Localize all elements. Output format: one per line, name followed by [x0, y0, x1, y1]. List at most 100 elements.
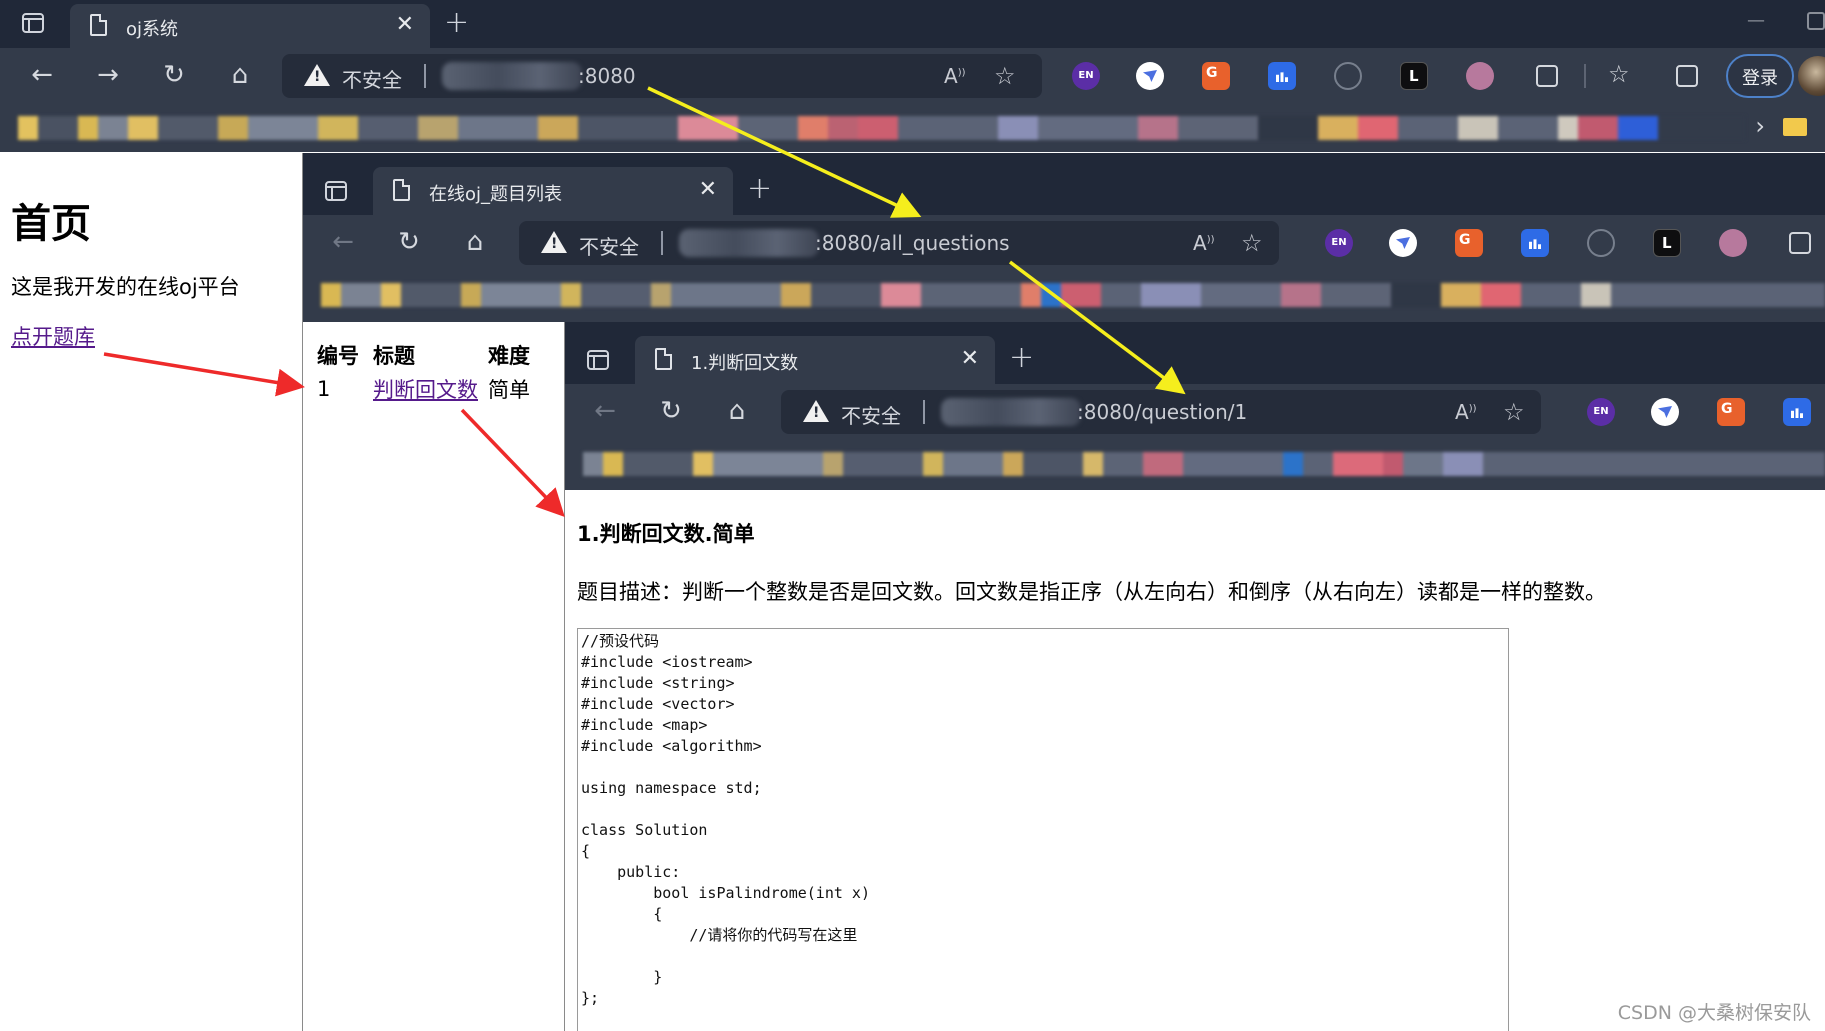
extensions-icon[interactable]	[1789, 232, 1811, 254]
extension-bird-icon[interactable]	[1136, 62, 1164, 90]
extension-l-icon[interactable]	[1653, 229, 1681, 257]
warning-icon	[803, 400, 829, 422]
plus-icon[interactable]: +	[444, 5, 469, 40]
blurred-host	[442, 62, 582, 90]
insecure-label: 不安全	[579, 235, 639, 259]
extension-chart-icon[interactable]	[1268, 62, 1296, 90]
divider	[1584, 64, 1586, 88]
question-difficulty: 简单	[488, 378, 530, 402]
column-header-id: 编号	[317, 344, 359, 368]
extension-translate-icon[interactable]	[1717, 398, 1745, 426]
extension-l-icon[interactable]	[1400, 62, 1428, 90]
column-header-title: 标题	[373, 344, 415, 368]
toolbar: ← ↻ ⌂ 不安全 :8080/question/1 A)) ☆ EN	[565, 384, 1825, 440]
table-header-row: 编号 标题 难度	[317, 338, 544, 372]
read-aloud-icon[interactable]: A))	[1455, 400, 1477, 424]
home-icon[interactable]: ⌂	[224, 60, 256, 90]
extension-pink-icon[interactable]	[1719, 229, 1747, 257]
plus-icon[interactable]: +	[747, 171, 772, 206]
back-arrow-icon[interactable]: ←	[589, 396, 621, 426]
refresh-icon[interactable]: ↻	[655, 396, 687, 426]
tab-active[interactable]: 在线oj_题目列表 ✕	[373, 167, 733, 215]
blurred-bookmarks	[583, 452, 1825, 476]
extension-bird-icon[interactable]	[1651, 398, 1679, 426]
question-title-link[interactable]: 判断回文数	[373, 378, 478, 402]
back-arrow-icon[interactable]: ←	[26, 60, 58, 90]
separator	[424, 64, 426, 88]
tab-bar: 在线oj_题目列表 ✕ +	[303, 153, 1825, 215]
close-icon[interactable]: ✕	[699, 177, 717, 202]
warning-icon	[541, 231, 567, 253]
question-title: 1.判断回文数.简单	[577, 522, 755, 546]
warning-icon	[304, 64, 330, 86]
tab-active[interactable]: oj系统 ✕	[70, 4, 430, 48]
extension-bird-icon[interactable]	[1389, 229, 1417, 257]
url-text: :8080/all_questions	[815, 231, 1010, 255]
refresh-icon[interactable]: ↻	[158, 60, 190, 90]
close-icon[interactable]: ✕	[961, 346, 979, 371]
page-icon	[655, 348, 672, 370]
question-title-cell: 判断回文数	[373, 372, 488, 406]
avatar[interactable]	[1798, 56, 1825, 96]
separator	[923, 400, 925, 424]
extension-pin-icon[interactable]	[1587, 229, 1615, 257]
favorites-icon[interactable]	[1606, 60, 1634, 90]
question-description: 题目描述：判断一个整数是否是回文数。回文数是指正序（从左向右）和倒序（从右向左）…	[577, 580, 1606, 604]
read-aloud-icon[interactable]: A))	[1193, 231, 1215, 255]
extension-en-icon[interactable]: EN	[1325, 229, 1353, 257]
minimize-icon[interactable]: —	[1747, 10, 1765, 31]
collections-icon[interactable]	[1676, 65, 1698, 87]
refresh-icon[interactable]: ↻	[393, 227, 425, 257]
blurred-bookmarks	[321, 283, 1825, 307]
question-id: 1	[317, 377, 331, 401]
url-text: :8080/question/1	[1077, 400, 1248, 424]
add-favorite-icon[interactable]: ☆	[1503, 398, 1525, 426]
chevron-right-icon[interactable]: ›	[1755, 112, 1765, 140]
folder-icon[interactable]	[1783, 118, 1807, 136]
bookmarks-bar	[303, 271, 1825, 322]
question-table: 编号 标题 难度 1 判断回文数 简单	[317, 338, 544, 406]
address-bar[interactable]: 不安全 :8080/all_questions A)) ☆	[519, 221, 1279, 265]
forward-arrow-icon[interactable]: →	[92, 60, 124, 90]
bookmarks-bar	[565, 440, 1825, 490]
tab-actions-icon[interactable]	[325, 181, 347, 201]
extensions-icon[interactable]	[1536, 65, 1558, 87]
blurred-bookmarks	[18, 116, 1745, 140]
extension-translate-icon[interactable]	[1455, 229, 1483, 257]
extension-chart-icon[interactable]	[1783, 398, 1811, 426]
extension-en-icon[interactable]: EN	[1072, 62, 1100, 90]
back-arrow-icon[interactable]: ←	[327, 227, 359, 257]
tab-title: oj系统	[126, 19, 179, 40]
address-bar[interactable]: 不安全 :8080/question/1 A)) ☆	[781, 390, 1541, 434]
home-icon[interactable]: ⌂	[459, 227, 491, 257]
separator	[661, 231, 663, 255]
extension-en-icon[interactable]: EN	[1587, 398, 1615, 426]
table-row: 1 判断回文数 简单	[317, 372, 544, 406]
page-title: 首页	[11, 201, 91, 247]
blurred-host	[941, 398, 1081, 426]
address-bar[interactable]: 不安全 :8080 A)) ☆	[282, 54, 1042, 98]
add-favorite-icon[interactable]: ☆	[1241, 229, 1263, 257]
tab-bar: 1.判断回文数 ✕ +	[565, 322, 1825, 384]
extension-translate-icon[interactable]	[1202, 62, 1230, 90]
tab-actions-icon[interactable]	[22, 13, 44, 33]
tab-active[interactable]: 1.判断回文数 ✕	[635, 336, 995, 384]
extension-pin-icon[interactable]	[1334, 62, 1362, 90]
login-button[interactable]: 登录	[1726, 54, 1794, 98]
question-bank-link[interactable]: 点开题库	[11, 321, 95, 351]
toolbar: ← → ↻ ⌂ 不安全 :8080 A)) ☆ EN 登录	[0, 48, 1825, 104]
blurred-host	[679, 229, 819, 257]
tab-actions-icon[interactable]	[587, 350, 609, 370]
extension-chart-icon[interactable]	[1521, 229, 1549, 257]
maximize-icon[interactable]	[1807, 12, 1825, 30]
close-icon[interactable]: ✕	[396, 12, 414, 37]
read-aloud-icon[interactable]: A))	[944, 64, 966, 88]
home-icon[interactable]: ⌂	[721, 396, 753, 426]
extension-pink-icon[interactable]	[1466, 62, 1494, 90]
url-text: :8080	[578, 64, 636, 88]
intro-text: 这是我开发的在线oj平台	[11, 275, 240, 299]
code-editor[interactable]	[577, 628, 1509, 1031]
add-favorite-icon[interactable]: ☆	[994, 62, 1016, 90]
plus-icon[interactable]: +	[1009, 340, 1034, 375]
insecure-label: 不安全	[841, 404, 901, 428]
